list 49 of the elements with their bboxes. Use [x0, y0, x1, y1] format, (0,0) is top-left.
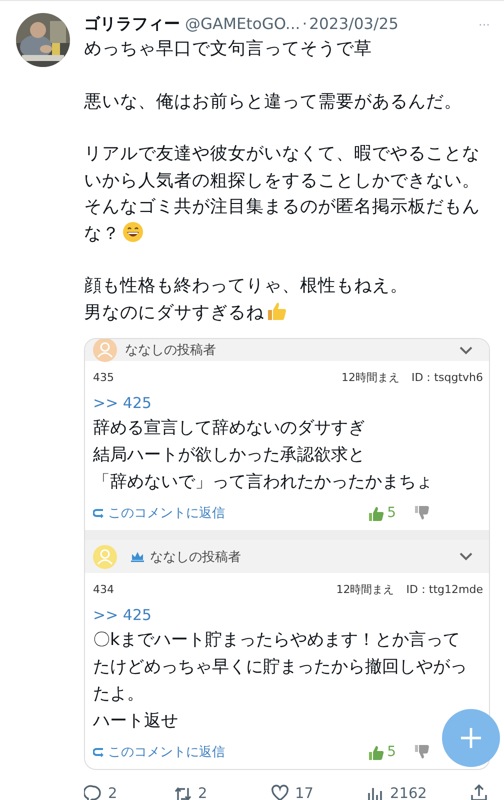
share-button[interactable]: [470, 784, 488, 800]
plus-icon: [460, 727, 482, 749]
comment-text: 結局ハートが欲しかった承認欲求と: [93, 445, 365, 465]
post-text: 悪いな、俺はお前らと違って需要があるんだ。: [84, 92, 462, 112]
comment-text: ハート返せ: [93, 711, 178, 731]
user-avatar-icon: [93, 544, 117, 568]
comment-text: 〇kまでハート貯まったらやめます！とか言ってたけどめっちゃ早くに貯まったから撤回しやがったよ。: [93, 630, 467, 704]
post-text: な？: [84, 224, 120, 244]
reply-arrow-icon: [93, 508, 104, 518]
chevron-down-icon: [459, 346, 473, 354]
views-button[interactable]: 2162: [366, 784, 427, 800]
share-icon: [470, 784, 488, 800]
post-text: 男なのにダサすぎるね: [84, 302, 264, 322]
thumbs-up-icon: [368, 744, 384, 760]
separator-dot: ·: [302, 14, 308, 35]
more-button[interactable]: ···: [478, 14, 490, 36]
reply-link[interactable]: このコメントに返信: [93, 743, 225, 761]
like-count: 5: [387, 505, 396, 521]
heart-icon: [271, 784, 289, 800]
post-date: 2023/03/25: [309, 14, 398, 35]
like-count: 5: [387, 744, 396, 760]
comment-time: 12時間まえ: [336, 583, 394, 597]
comment-text: 「辞めないで」って言われたかったかまちょ: [93, 472, 433, 492]
speech-bubble-icon: [84, 784, 102, 800]
comment-id: ID：tsqgtvh6: [411, 371, 483, 385]
reply-link[interactable]: このコメントに返信: [93, 504, 225, 522]
reply-reference-link[interactable]: >> 425: [93, 394, 152, 412]
thumbs-down-icon: [414, 506, 429, 520]
comment-number: 435: [93, 371, 114, 385]
post-text: リアルで友達や彼女がいなくて、暇でやることないから人気者の粗探しをすることしかできない。そんなゴミ共が注目集まるのが匿名掲示板だもん: [84, 144, 480, 217]
commenter-name: ななしの投稿者: [150, 548, 241, 566]
thumbs-down-icon: [414, 745, 429, 759]
post-text: めっちゃ早口で文句言ってそうで草: [84, 39, 372, 59]
reply-arrow-icon: [93, 748, 104, 756]
grinning-face-icon: [122, 220, 144, 242]
like-button[interactable]: 17: [271, 784, 366, 800]
comment-text: 辞める宣言して辞めないのダサすぎ: [93, 418, 365, 438]
reply-reference-link[interactable]: >> 425: [93, 606, 152, 624]
thumbs-up-icon: [368, 506, 384, 520]
comment-time: 12時間まえ: [341, 371, 400, 385]
comment-id: ID：ttg12mde: [406, 583, 483, 597]
user-handle: @GAMEtoGO...: [185, 14, 300, 35]
chevron-down-icon: [459, 552, 473, 561]
commenter-name: ななしの投稿者: [125, 342, 216, 359]
retweet-button[interactable]: 2: [174, 784, 271, 800]
author-name: ゴリラフィー: [84, 13, 180, 35]
post-text: 顔も性格も終わってりゃ、根性もねえ。: [84, 276, 408, 296]
comment-number: 434: [93, 583, 114, 597]
reply-button[interactable]: 2: [84, 784, 174, 800]
